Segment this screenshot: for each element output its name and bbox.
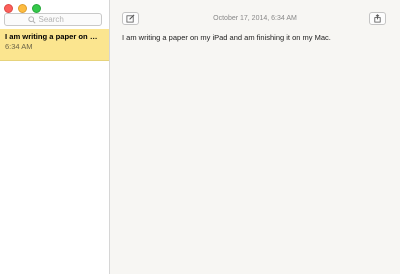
minimize-button[interactable] <box>18 4 27 13</box>
share-icon <box>374 14 381 23</box>
close-button[interactable] <box>4 4 13 13</box>
window-controls <box>4 4 41 13</box>
note-time: 6:34 AM <box>5 42 33 51</box>
note-title: I am writing a paper on my... <box>5 32 104 41</box>
sidebar: I am writing a paper on my... 6:34 AM <box>0 0 110 274</box>
search-input[interactable] <box>38 15 79 24</box>
notes-window: I am writing a paper on my... 6:34 AM Oc… <box>0 0 400 274</box>
note-date: October 17, 2014, 6:34 AM <box>213 15 297 22</box>
note-editor[interactable]: October 17, 2014, 6:34 AM I am writing a… <box>110 0 400 274</box>
search-field[interactable] <box>4 13 102 26</box>
search-icon <box>27 15 36 24</box>
share-button[interactable] <box>369 12 386 25</box>
zoom-button[interactable] <box>32 4 41 13</box>
note-list-item[interactable]: I am writing a paper on my... 6:34 AM <box>0 29 109 61</box>
note-body[interactable]: I am writing a paper on my iPad and am f… <box>122 33 331 42</box>
